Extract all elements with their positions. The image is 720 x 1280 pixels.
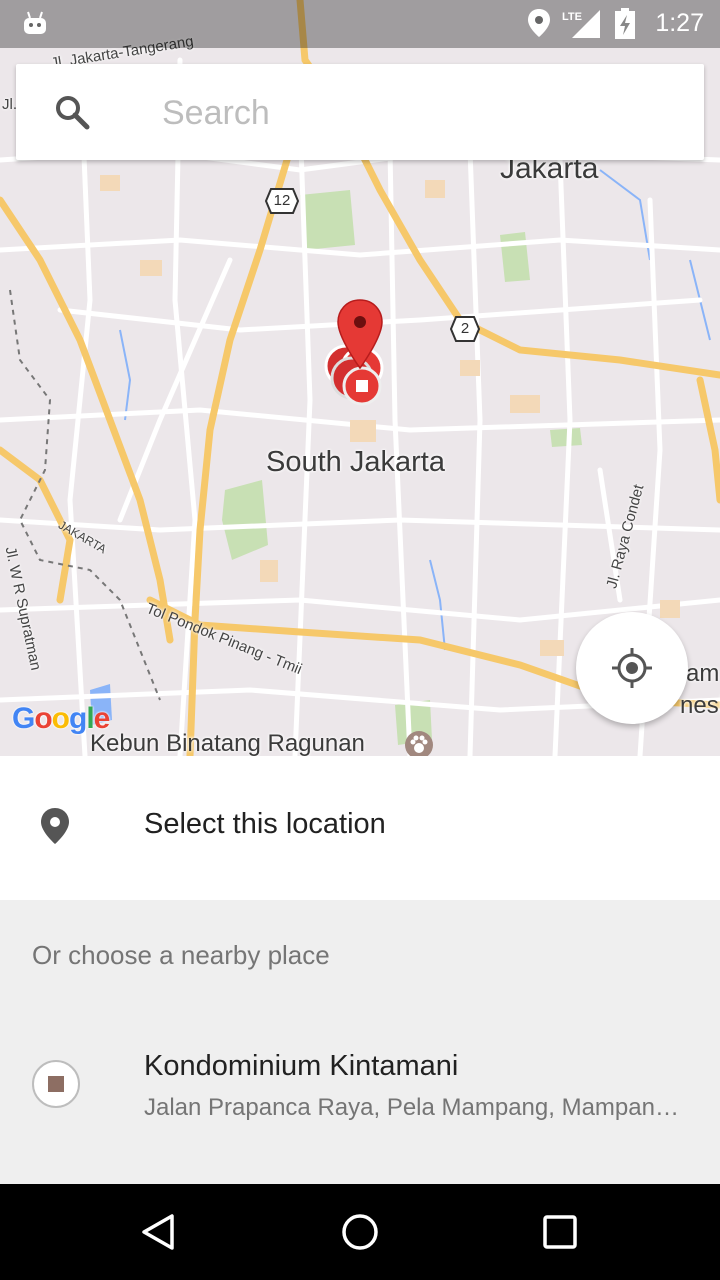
place-address: Jalan Prapanca Raya, Pela Mampang, Mampa…	[144, 1094, 684, 1121]
location-icon	[528, 9, 550, 37]
battery-charging-icon	[615, 8, 635, 39]
select-location-label: Select this location	[144, 808, 386, 840]
status-bar: LTE 1:27	[0, 0, 720, 48]
android-icon	[24, 11, 46, 34]
map-label-edge-nesi: nesi	[680, 692, 720, 719]
route-2-shield: 2	[449, 316, 481, 342]
svg-text:LTE: LTE	[562, 11, 582, 23]
search-icon[interactable]	[54, 94, 90, 130]
map-marker-cluster[interactable]	[322, 296, 402, 420]
zoo-paw-icon	[405, 731, 433, 756]
search-input[interactable]	[160, 88, 664, 138]
search-bar[interactable]	[16, 64, 704, 160]
map-label-jl: Jl.	[2, 96, 17, 113]
map-label-edge-am: am	[686, 660, 720, 687]
my-location-icon	[612, 648, 652, 688]
home-icon[interactable]	[336, 1208, 384, 1256]
place-name: Kondominium Kintamani	[144, 1050, 459, 1082]
select-location-row[interactable]: Select this location	[0, 756, 720, 900]
map-label-south-jakarta: South Jakarta	[266, 446, 445, 478]
google-logo: Google	[12, 702, 110, 735]
navigation-bar	[0, 1184, 720, 1280]
nearby-header: Or choose a nearby place	[32, 940, 330, 970]
place-category-icon	[32, 1060, 80, 1108]
my-location-button[interactable]	[576, 612, 688, 724]
recent-apps-icon[interactable]	[536, 1208, 584, 1256]
nearby-place-item[interactable]: Kondominium Kintamani Jalan Prapanca Ray…	[0, 1020, 720, 1150]
location-pin-icon	[41, 808, 69, 844]
back-icon[interactable]	[136, 1208, 184, 1256]
lte-signal-icon: LTE	[562, 10, 600, 38]
status-time: 1:27	[655, 9, 704, 37]
route-12-shield: 12	[264, 188, 300, 214]
map-label-kebun: Kebun Binatang Ragunan	[90, 730, 365, 756]
